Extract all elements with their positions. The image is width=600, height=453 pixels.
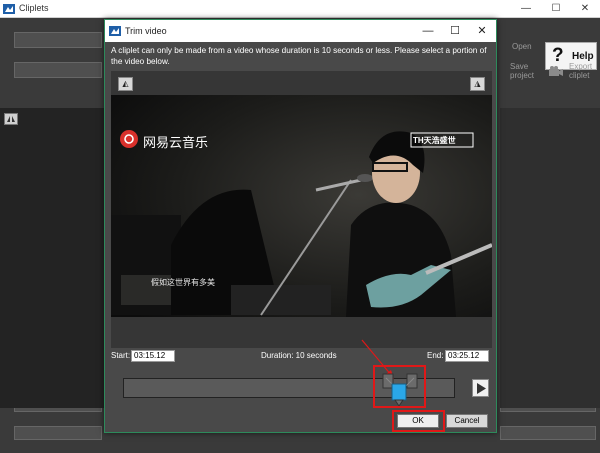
main-window-title: Cliplets [19, 3, 49, 13]
flip-left-icon[interactable]: ◭ [118, 77, 133, 91]
video-frame: 网易云音乐 TH天浩盛世 假如这世界有多美 [111, 95, 492, 317]
play-button[interactable] [472, 379, 489, 397]
flip-right-icon[interactable]: ◮ [470, 77, 485, 91]
end-time-input[interactable]: 03:25.12 [445, 350, 489, 362]
dialog-close-icon[interactable]: ✕ [469, 20, 495, 42]
main-field-bottom-right-2 [500, 426, 596, 440]
mirror-icon[interactable] [4, 113, 18, 125]
left-timeline-panel [0, 108, 105, 408]
video-subtitle: 假如这世界有多美 [151, 278, 215, 287]
dialog-app-icon [109, 26, 121, 36]
netease-logo-icon [120, 130, 138, 148]
main-field-second [14, 62, 102, 78]
dialog-titlebar: Trim video — ☐ ✕ [105, 20, 496, 42]
save-project-button[interactable]: Save project [498, 58, 540, 90]
minimize-icon[interactable]: — [511, 0, 541, 18]
start-label: Start: [111, 351, 131, 360]
handle-highlight-box [373, 365, 426, 408]
cliplets-app-icon [3, 4, 15, 14]
video-logo-text: 网易云音乐 [143, 136, 209, 151]
duration-text: Duration: 10 seconds [261, 351, 337, 360]
end-label: End: [427, 351, 444, 360]
export-cliplet-button[interactable]: Export cliplet [545, 58, 597, 90]
open-button-label: Open [512, 42, 532, 51]
save-project-label: Save project [510, 62, 535, 80]
right-layers-panel [500, 108, 600, 408]
main-field-top [14, 32, 102, 48]
main-field-bottom-2 [14, 426, 102, 440]
trim-video-dialog: Trim video — ☐ ✕ A cliplet can only be m… [104, 19, 497, 433]
ok-highlight-box [392, 410, 445, 432]
close-icon[interactable]: ✕ [570, 0, 600, 18]
main-titlebar: Cliplets — ☐ ✕ [0, 0, 600, 18]
play-icon [477, 383, 486, 394]
video-badge-text: TH天浩盛世 [413, 136, 456, 145]
camera-icon [549, 66, 563, 76]
start-time-input[interactable]: 03:15.12 [131, 350, 175, 362]
export-cliplet-label: Export cliplet [569, 62, 593, 80]
dialog-instructions: A cliplet can only be made from a video … [111, 46, 487, 66]
video-preview-panel: ◭ ◮ 网易云音乐 TH天浩盛世 假如这世界有多美 [111, 71, 492, 348]
dialog-title: Trim video [125, 26, 167, 36]
dialog-maximize-icon[interactable]: ☐ [442, 20, 468, 42]
cancel-button[interactable]: Cancel [446, 414, 488, 428]
maximize-icon[interactable]: ☐ [541, 0, 571, 18]
dialog-minimize-icon[interactable]: — [415, 20, 441, 42]
